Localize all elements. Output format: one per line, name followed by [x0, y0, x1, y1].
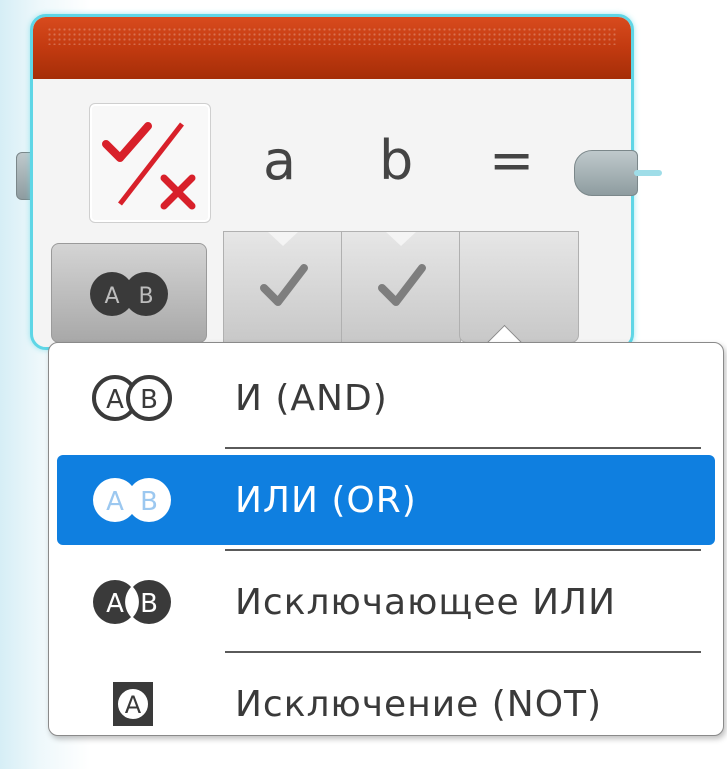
menu-item-not-label: Исключение (NOT) — [235, 683, 603, 725]
sequence-wire — [634, 170, 662, 176]
not-icon: A — [113, 682, 153, 726]
logic-operations-block[interactable]: a b = A B — [30, 14, 634, 350]
menu-item-xor[interactable]: A B Исключающее ИЛИ — [57, 557, 715, 647]
param-a-label: a — [263, 129, 297, 192]
menu-item-and-label: И (AND) — [235, 377, 388, 419]
operation-dropdown-menu: A B И (AND) A B ИЛИ (OR) A B Исключающее… — [48, 342, 724, 736]
mode-letter-a: A — [104, 284, 119, 309]
not-letter-a: A — [125, 691, 142, 719]
result-label: = — [489, 129, 535, 192]
checkmark-icon — [378, 232, 426, 306]
or-mode-icon: A B — [90, 272, 168, 316]
or-icon: A B — [93, 478, 171, 522]
and-letter-b: B — [140, 385, 158, 415]
menu-item-or[interactable]: A B ИЛИ (OR) — [57, 455, 715, 545]
input-b-slot[interactable] — [341, 231, 461, 343]
xor-letter-b: B — [140, 589, 158, 619]
mode-letter-b: B — [138, 284, 153, 309]
and-letter-a: A — [106, 385, 124, 415]
menu-item-or-label: ИЛИ (OR) — [235, 479, 417, 521]
block-header[interactable] — [33, 17, 631, 79]
checkmark-icon — [260, 232, 308, 306]
menu-item-not[interactable]: A Исключение (NOT) — [57, 659, 715, 749]
menu-separator — [225, 447, 701, 449]
param-b-label: b — [379, 129, 414, 192]
xor-letter-a: A — [106, 589, 124, 619]
or-letter-a: A — [106, 487, 124, 517]
output-plug[interactable] — [574, 150, 638, 196]
operation-selector[interactable]: A B — [51, 243, 207, 343]
menu-separator — [225, 651, 701, 653]
block-mode-button[interactable] — [89, 103, 211, 223]
input-a-slot[interactable] — [223, 231, 343, 343]
menu-separator — [225, 549, 701, 551]
logic-operations-icon — [102, 122, 196, 210]
and-icon: A B — [92, 375, 172, 421]
result-slot[interactable] — [459, 231, 579, 343]
menu-item-xor-label: Исключающее ИЛИ — [235, 581, 616, 623]
xor-icon: A B — [93, 580, 171, 624]
or-letter-b: B — [140, 487, 158, 517]
menu-item-and[interactable]: A B И (AND) — [57, 353, 715, 443]
